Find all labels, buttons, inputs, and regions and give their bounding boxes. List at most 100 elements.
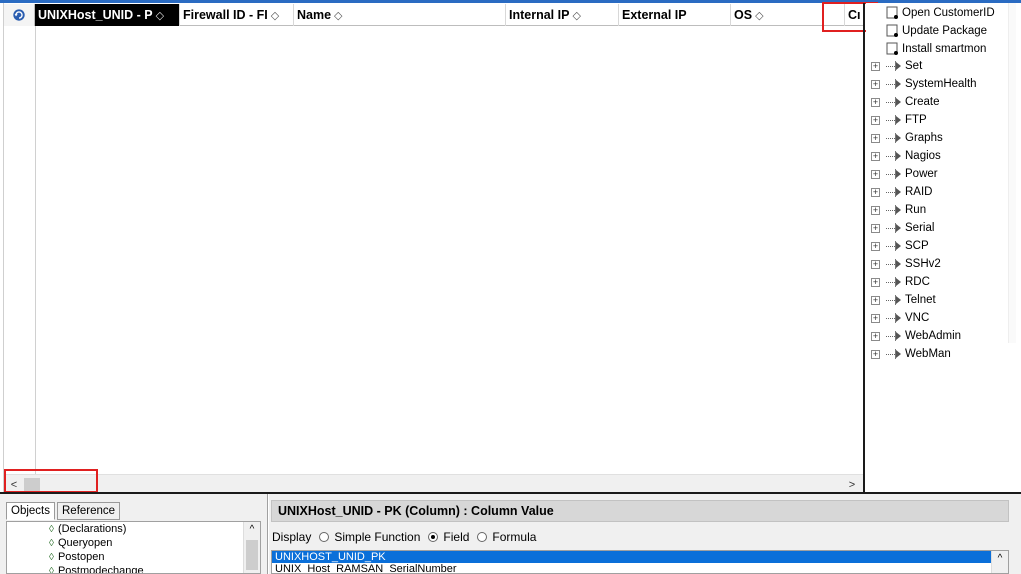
tree-connector-icon <box>886 169 902 179</box>
expand-icon[interactable]: + <box>871 349 880 359</box>
action-install-smartmon[interactable]: Install smartmon <box>886 40 986 58</box>
expand-icon[interactable]: + <box>871 79 880 89</box>
expand-icon[interactable]: + <box>871 313 880 323</box>
objects-pane: Objects Reference ◊ (Declarations) ◊ Query… <box>0 494 268 574</box>
column-header-label: UNIXHost_UNID - P <box>38 8 153 22</box>
scrollbar-thumb[interactable] <box>246 540 258 570</box>
event-diamond-icon: ◊ <box>49 523 54 535</box>
tree-item-label: Run <box>905 204 927 216</box>
horizontal-scrollbar[interactable]: < > <box>6 474 864 494</box>
expand-icon[interactable]: + <box>871 205 880 215</box>
expand-icon[interactable]: + <box>871 259 880 269</box>
expand-icon[interactable]: + <box>871 133 880 143</box>
column-header-row: UNIXHost_UNID - P ◇ Firewall ID - FI ◇ Nam… <box>4 4 864 26</box>
radio-label[interactable]: Formula <box>492 530 536 544</box>
tab-objects[interactable]: Objects <box>6 502 55 520</box>
expand-icon[interactable]: + <box>871 151 880 161</box>
tree-connector-icon <box>886 61 902 71</box>
objects-list[interactable]: ◊ (Declarations) ◊ Queryopen ◊ Postopen ◊ Po… <box>6 521 261 574</box>
list-item[interactable]: ◊ Queryopen <box>49 536 112 550</box>
tree-item-set[interactable]: + Set <box>871 57 922 75</box>
tree-item-label: Nagios <box>905 150 941 162</box>
expand-icon[interactable]: + <box>871 169 880 179</box>
expand-icon[interactable]: + <box>871 295 880 305</box>
expand-icon[interactable]: + <box>871 187 880 197</box>
display-label: Display <box>272 530 312 544</box>
tree-item-run[interactable]: + Run <box>871 201 926 219</box>
data-grid-body[interactable] <box>35 26 865 474</box>
tree-item-webadmin[interactable]: + WebAdmin <box>871 327 961 345</box>
column-header-firewall-id[interactable]: Firewall ID - FI ◇ <box>180 4 294 26</box>
tree-item-sshv2[interactable]: + SSHv2 <box>871 255 941 273</box>
radio-field[interactable] <box>428 532 439 542</box>
tab-reference[interactable]: Reference <box>57 502 121 520</box>
action-open-customerid[interactable]: Open CustomerID <box>886 4 995 22</box>
tree-item-systemhealth[interactable]: + SystemHealth <box>871 75 977 93</box>
column-header-name[interactable]: Name ◇ <box>294 4 506 26</box>
list-item-label: Postmodechange <box>57 565 144 574</box>
list-item[interactable]: ◊ Postmodechange <box>49 564 144 574</box>
tree-item-power[interactable]: + Power <box>871 165 938 183</box>
tree-connector-icon <box>886 277 902 287</box>
column-header-os[interactable]: OS ◇ <box>731 4 845 26</box>
objects-list-scrollbar[interactable]: ^ <box>243 522 260 573</box>
tree-item-vnc[interactable]: + VNC <box>871 309 929 327</box>
tree-item-ftp[interactable]: + FTP <box>871 111 927 129</box>
radio-label[interactable]: Field <box>443 530 469 544</box>
tree-connector-icon <box>886 115 902 125</box>
tree-item-scp[interactable]: + SCP <box>871 237 929 255</box>
action-panel: Open CustomerID Update Package Install s… <box>866 3 1016 492</box>
expand-icon[interactable]: + <box>871 115 880 125</box>
tree-item-label: SCP <box>905 240 929 252</box>
tree-item-label: Set <box>905 60 923 72</box>
tree-item-raid[interactable]: + RAID <box>871 183 932 201</box>
tree-item-graphs[interactable]: + Graphs <box>871 129 943 147</box>
radio-label[interactable]: Simple Function <box>334 530 420 544</box>
list-item[interactable]: ◊ Postopen <box>49 550 104 564</box>
scrollbar-thumb[interactable] <box>24 478 40 492</box>
tree-item-label: WebMan <box>905 348 951 360</box>
scroll-right-arrow-icon[interactable]: > <box>844 477 860 493</box>
tree-item-rdc[interactable]: + RDC <box>871 273 930 291</box>
expand-icon[interactable]: + <box>871 223 880 233</box>
tree-connector-icon <box>886 241 902 251</box>
tree-item-create[interactable]: + Create <box>871 93 940 111</box>
radio-simple-function[interactable] <box>319 532 330 542</box>
column-header-unixhost-unid[interactable]: UNIXHost_UNID - P ◇ <box>35 4 180 26</box>
action-update-package[interactable]: Update Package <box>886 22 987 40</box>
tree-item-nagios[interactable]: + Nagios <box>871 147 941 165</box>
tree-item-label: FTP <box>905 114 927 126</box>
tree-item-serial[interactable]: + Serial <box>871 219 934 237</box>
expand-icon[interactable]: + <box>871 331 880 341</box>
tree-connector-icon <box>886 349 902 359</box>
expand-icon[interactable]: + <box>871 97 880 107</box>
sort-icon: ◇ <box>334 9 343 22</box>
column-header-label: Internal IP <box>509 8 570 22</box>
tree-item-label: Telnet <box>905 294 936 306</box>
tree-connector-icon <box>886 187 902 197</box>
action-panel-scrollbar[interactable] <box>1008 3 1016 343</box>
column-header-external-ip[interactable]: External IP <box>619 4 731 26</box>
scroll-left-arrow-icon[interactable]: < <box>6 477 22 493</box>
column-header-label: External IP <box>622 8 687 22</box>
column-header-internal-ip[interactable]: Internal IP ◇ <box>506 4 619 26</box>
expand-icon[interactable]: + <box>871 277 880 287</box>
field-list-item[interactable]: UNIX_Host_RAMSAN_SerialNumber <box>272 563 1008 573</box>
tree-item-label: SSHv2 <box>905 258 941 270</box>
scroll-up-arrow-icon[interactable]: ^ <box>991 551 1008 573</box>
scroll-up-arrow-icon[interactable]: ^ <box>244 524 260 538</box>
expand-icon[interactable]: + <box>871 241 880 251</box>
vertical-splitter[interactable] <box>863 3 865 492</box>
radio-formula[interactable] <box>477 532 488 542</box>
column-value-pane: UNIXHost_UNID - PK (Column) : Column Val… <box>269 494 1021 574</box>
refresh-button[interactable] <box>4 4 35 26</box>
expand-icon[interactable]: + <box>871 61 880 71</box>
sort-icon: ◇ <box>572 9 581 22</box>
column-header-truncated[interactable]: Cı <box>845 4 864 26</box>
tree-item-telnet[interactable]: + Telnet <box>871 291 936 309</box>
tree-item-label: VNC <box>905 312 930 324</box>
list-item[interactable]: ◊ (Declarations) <box>49 522 126 536</box>
field-list[interactable]: UNIXHOST_UNID_PK UNIX_Host_RAMSAN_Serial… <box>271 550 1009 574</box>
tree-item-webman[interactable]: + WebMan <box>871 345 951 363</box>
field-list-item-selected[interactable]: UNIXHOST_UNID_PK <box>272 551 1008 563</box>
